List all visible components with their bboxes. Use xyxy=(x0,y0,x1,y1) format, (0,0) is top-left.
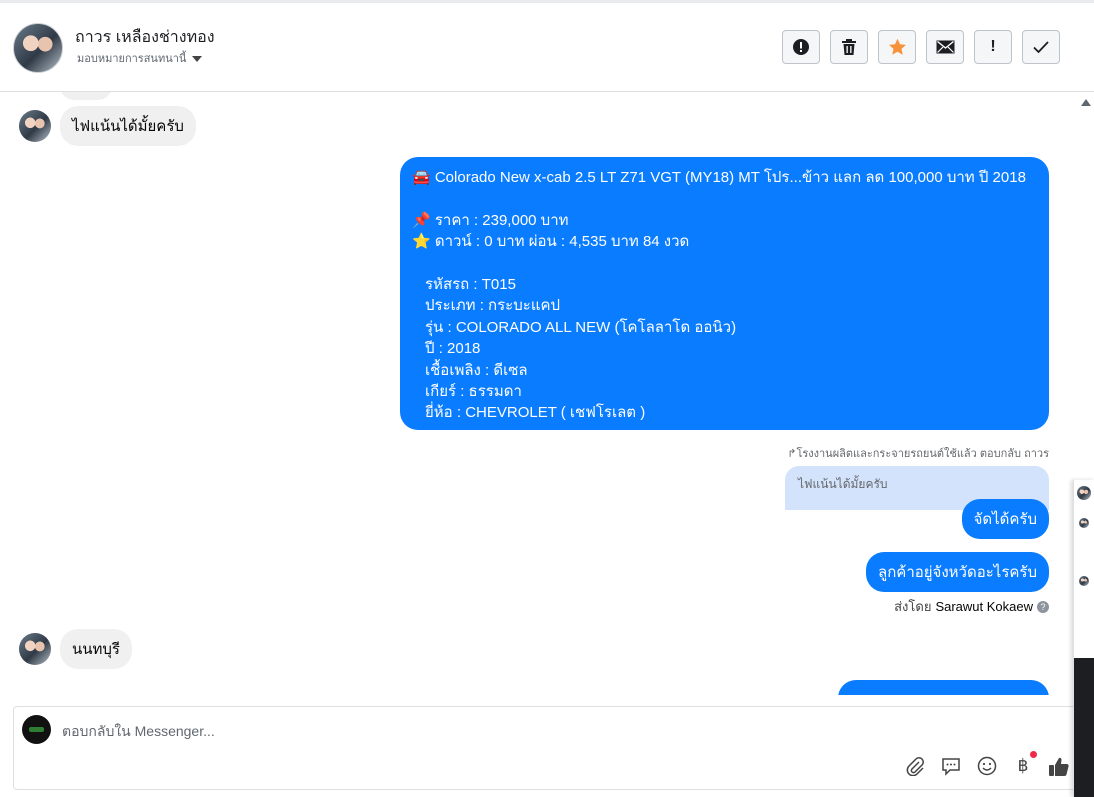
contact-name[interactable]: ถาวร เหลืองช่างทอง xyxy=(75,25,215,50)
exclamation-icon: ! xyxy=(990,38,996,55)
side-popup-edge xyxy=(1074,658,1094,797)
sent-by-label: ส่งโดย Sarawut Kokaew ? xyxy=(894,596,1049,617)
incoming-message: ไฟแน้นได้มั้ยครับ xyxy=(60,106,196,146)
envelope-icon xyxy=(936,40,954,54)
assign-label: มอบหมายการสนทนานี้ xyxy=(77,53,187,65)
reply-context-label: ↱โรงงานผลิตและกระจายรถยนต์ใช้แล้ว ตอบกลั… xyxy=(787,448,1049,460)
previous-message-bubble xyxy=(60,92,112,100)
done-button[interactable] xyxy=(1022,30,1060,64)
outgoing-listing-message: 🚘 Colorado New x-cab 2.5 LT Z71 VGT (MY1… xyxy=(400,157,1049,430)
star-button[interactable] xyxy=(878,30,916,64)
page-avatar xyxy=(22,715,51,744)
listing-line: 🚘 Colorado New x-cab 2.5 LT Z71 VGT (MY1… xyxy=(412,169,1026,186)
listing-line: ⭐ ดาวน์ : 0 บาท ผ่อน : 4,535 บาท 84 งวด xyxy=(412,233,690,251)
listing-line: เชื้อเพลิง : ดีเซล xyxy=(425,361,528,379)
outgoing-message-partial xyxy=(838,680,1049,695)
side-avatar[interactable] xyxy=(1079,518,1089,528)
delete-button[interactable] xyxy=(830,30,868,64)
notification-dot xyxy=(1030,751,1037,758)
follow-up-button[interactable]: ! xyxy=(974,30,1012,64)
listing-line: รุ่น : COLORADO ALL NEW (โคโลลาโด ออนิว) xyxy=(425,318,737,336)
reply-composer: ตอบกลับใน Messenger... ฿ xyxy=(13,706,1081,790)
help-icon[interactable]: ? xyxy=(1037,600,1049,613)
outgoing-message: จัดได้ครับ xyxy=(961,499,1049,539)
trash-icon xyxy=(842,39,856,55)
outgoing-message: ลูกค้าอยู่จังหวัดอะไรครับ xyxy=(866,552,1049,592)
mark-unread-button[interactable] xyxy=(926,30,964,64)
listing-line: ยี่ห้อ : CHEVROLET ( เชฟโรเลต ) xyxy=(425,404,646,422)
message-thread[interactable]: ไฟแน้นได้มั้ยครับ 🚘 Colorado New x-cab 2… xyxy=(0,92,1073,695)
caret-down-icon xyxy=(192,55,203,62)
checkmark-icon xyxy=(1033,41,1049,53)
assign-conversation-dropdown[interactable]: มอบหมายการสนทนานี้ xyxy=(77,49,203,67)
reply-input[interactable]: ตอบกลับใน Messenger... xyxy=(62,721,215,743)
listing-line: 📌 ราคา : 239,000 บาท xyxy=(412,211,569,229)
listing-line xyxy=(412,188,1037,209)
conversation-header: ถาวร เหลืองช่างทอง มอบหมายการสนทนานี้ ! xyxy=(0,3,1094,92)
listing-line: ปี : 2018 xyxy=(425,340,481,358)
listing-line: เกียร์ : ธรรมดา xyxy=(425,382,522,400)
saved-replies-icon[interactable] xyxy=(938,753,964,779)
listing-line xyxy=(412,253,1037,274)
spam-button[interactable] xyxy=(782,30,820,64)
incoming-message: นนทบุรี xyxy=(60,629,132,669)
side-avatar[interactable] xyxy=(1077,486,1091,500)
listing-line: ประเภท : กระบะแคป xyxy=(425,297,561,315)
side-avatar[interactable] xyxy=(1079,576,1089,586)
listing-line: รหัสรถ : T015 xyxy=(425,275,516,293)
emoji-icon[interactable] xyxy=(974,753,1000,779)
sender-name: Sarawut Kokaew xyxy=(935,599,1033,614)
like-icon[interactable] xyxy=(1046,753,1072,779)
alert-circle-icon xyxy=(793,39,809,55)
scroll-up-arrow-icon[interactable] xyxy=(1081,99,1091,106)
contact-avatar-small[interactable] xyxy=(19,633,51,665)
sent-by-prefix: ส่งโดย xyxy=(894,599,932,614)
star-icon xyxy=(888,38,906,55)
attach-icon[interactable] xyxy=(902,753,928,779)
contact-avatar[interactable] xyxy=(13,23,63,73)
contact-avatar-small[interactable] xyxy=(19,110,51,142)
